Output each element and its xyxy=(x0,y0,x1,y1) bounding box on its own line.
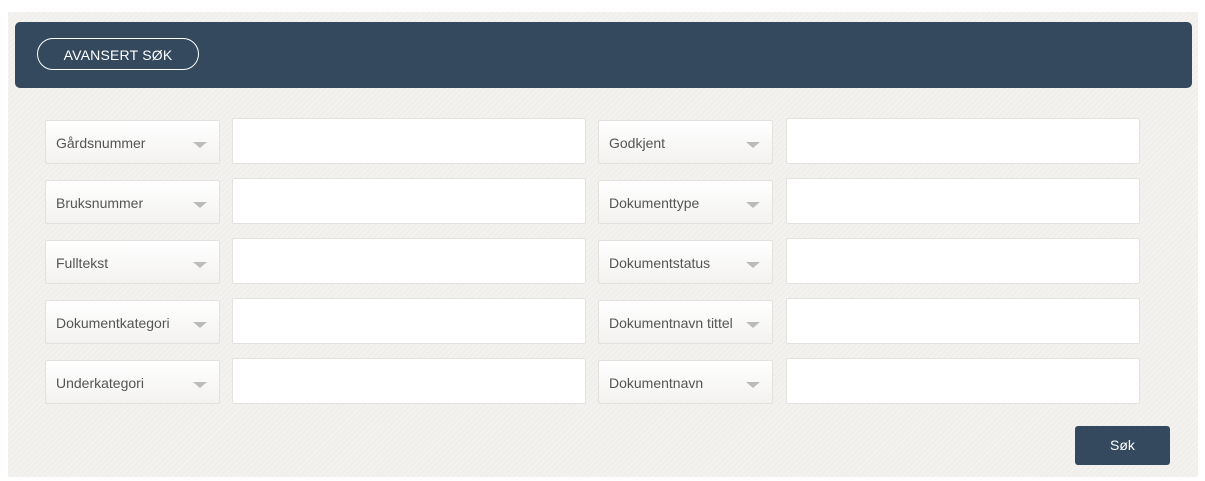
search-input[interactable] xyxy=(787,179,1139,223)
field-select-label: Bruksnummer xyxy=(56,195,144,211)
search-input-fulltekst[interactable] xyxy=(232,238,586,284)
field-select-dokumentnavn-tittel[interactable]: Dokumentnavn tittel xyxy=(598,300,773,344)
field-select-dokumentstatus[interactable]: Dokumentstatus xyxy=(598,240,773,284)
field-select-gardsnummer[interactable]: Gårdsnummer xyxy=(45,120,220,164)
search-input-dokumentkategori[interactable] xyxy=(232,298,586,344)
field-select-label: Underkategori xyxy=(56,375,144,391)
field-select-bruksnummer[interactable]: Bruksnummer xyxy=(45,180,220,224)
field-select-dokumentnavn[interactable]: Dokumentnavn xyxy=(598,360,773,404)
search-input[interactable] xyxy=(787,119,1139,163)
field-select-label: Godkjent xyxy=(609,135,666,151)
search-input-bruksnummer[interactable] xyxy=(232,178,586,224)
search-input-dokumenttype[interactable] xyxy=(786,178,1140,224)
field-select-godkjent[interactable]: Godkjent xyxy=(598,120,773,164)
search-input[interactable] xyxy=(233,119,585,163)
chevron-down-icon xyxy=(746,202,760,208)
search-input[interactable] xyxy=(233,299,585,343)
field-select-dokumentkategori[interactable]: Dokumentkategori xyxy=(45,300,220,344)
field-select-dokumenttype[interactable]: Dokumenttype xyxy=(598,180,773,224)
chevron-down-icon xyxy=(746,382,760,388)
field-select-label: Gårdsnummer xyxy=(56,135,146,151)
advanced-search-toggle[interactable]: AVANSERT SØK xyxy=(37,38,199,70)
chevron-down-icon xyxy=(193,382,207,388)
chevron-down-icon xyxy=(193,202,207,208)
field-select-label: Dokumentnavn tittel xyxy=(609,315,733,331)
search-input-gardsnummer[interactable] xyxy=(232,118,586,164)
search-button[interactable]: Søk xyxy=(1075,426,1170,465)
chevron-down-icon xyxy=(746,322,760,328)
search-input[interactable] xyxy=(787,299,1139,343)
search-input[interactable] xyxy=(233,179,585,223)
chevron-down-icon xyxy=(746,262,760,268)
field-select-label: Dokumentnavn xyxy=(609,375,704,391)
field-select-label: Dokumentkategori xyxy=(56,315,170,331)
search-input[interactable] xyxy=(233,239,585,283)
chevron-down-icon xyxy=(746,142,760,148)
search-input[interactable] xyxy=(787,239,1139,283)
search-input-dokumentnavn-tittel[interactable] xyxy=(786,298,1140,344)
field-select-label: Dokumenttype xyxy=(609,195,700,211)
field-select-underkategori[interactable]: Underkategori xyxy=(45,360,220,404)
search-header: AVANSERT SØK xyxy=(15,22,1192,88)
chevron-down-icon xyxy=(193,142,207,148)
field-select-label: Dokumentstatus xyxy=(609,255,711,271)
search-input[interactable] xyxy=(233,359,585,403)
field-select-label: Fulltekst xyxy=(56,255,109,271)
search-input-underkategori[interactable] xyxy=(232,358,586,404)
search-input-dokumentstatus[interactable] xyxy=(786,238,1140,284)
search-input-dokumentnavn[interactable] xyxy=(786,358,1140,404)
field-select-fulltekst[interactable]: Fulltekst xyxy=(45,240,220,284)
search-input-godkjent[interactable] xyxy=(786,118,1140,164)
search-input[interactable] xyxy=(787,359,1139,403)
chevron-down-icon xyxy=(193,262,207,268)
chevron-down-icon xyxy=(193,322,207,328)
